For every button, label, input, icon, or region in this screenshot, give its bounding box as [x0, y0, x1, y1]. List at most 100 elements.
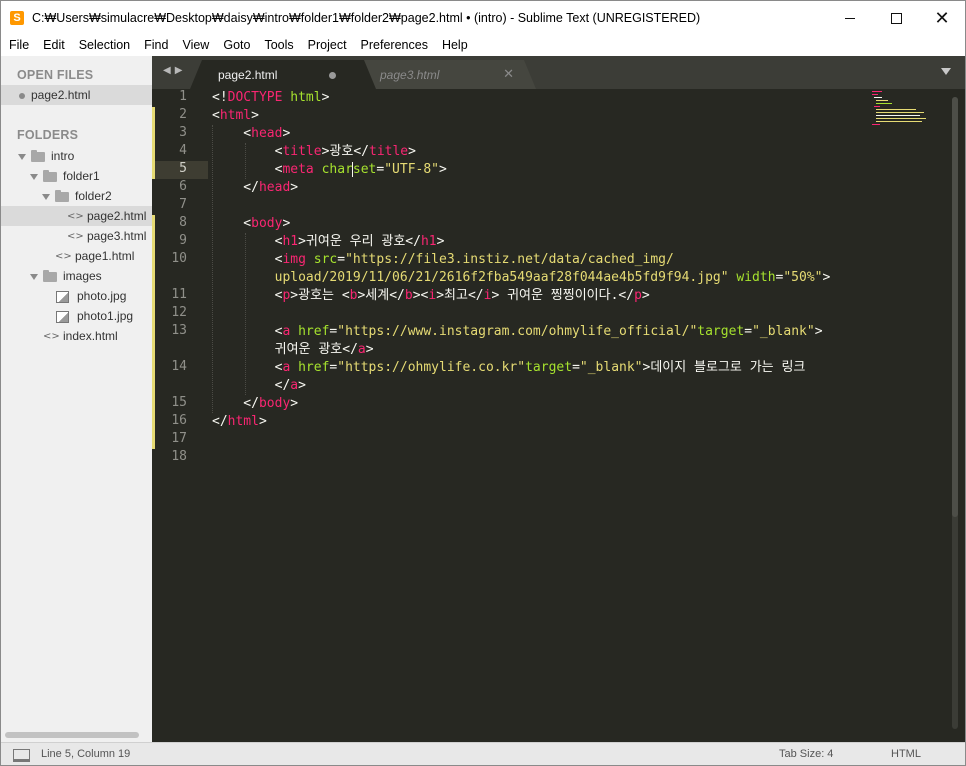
minimap-line [876, 115, 920, 116]
code-token: </ [212, 396, 259, 411]
code-token: >데이지 블로그로 가는 링크 [642, 360, 806, 375]
code-token: < [212, 144, 283, 159]
tree-file-photo[interactable]: photo.jpg [1, 286, 152, 306]
menu-goto[interactable]: Goto [216, 35, 257, 55]
code-token: = [337, 252, 346, 267]
folder-icon [31, 149, 45, 162]
maximize-icon [890, 12, 902, 24]
folder-icon [43, 269, 57, 282]
sidebar-horizontal-scrollbar[interactable] [5, 732, 139, 738]
tree-item-label: folder1 [63, 169, 100, 183]
tab-size-indicator[interactable]: Tab Size: 4 [779, 748, 833, 760]
tab-label: page3.html [380, 68, 440, 82]
tree-folder-intro[interactable]: intro [1, 146, 152, 166]
status-bar: Line 5, Column 19 Tab Size: 4 HTML [1, 742, 965, 765]
tab-edge [190, 60, 202, 89]
tree-item-label: page2.html [87, 209, 147, 223]
code-token: < [212, 108, 220, 123]
chevron-down-icon [42, 193, 50, 200]
code-editor[interactable]: 1 2 3 4 5 6 7 8 9 10 11 12 13 14 15 16 17 18 <!DOCTYPE ht… [152, 89, 965, 742]
line-number: 1 [179, 89, 187, 104]
code-token: </ [212, 414, 228, 429]
tree-file-page1[interactable]: <> page1.html [1, 246, 152, 266]
menu-view[interactable]: View [175, 35, 216, 55]
line-number: 2 [179, 107, 187, 122]
close-tab-icon[interactable]: ✕ [503, 66, 514, 82]
code-token: <! [212, 90, 228, 105]
line-number: 3 [179, 125, 187, 140]
code-file-icon: <> [55, 250, 72, 262]
menu-file[interactable]: File [1, 35, 36, 55]
code-token: < [212, 162, 283, 177]
tree-item-label: page3.html [87, 229, 147, 243]
chevron-down-icon [30, 173, 38, 180]
code-line: <title>광호</title> [212, 143, 416, 161]
menu-find[interactable]: Find [137, 35, 175, 55]
tab-page3[interactable]: page3.html ✕ [354, 60, 536, 89]
menu-edit[interactable]: Edit [36, 35, 72, 55]
menu-selection[interactable]: Selection [72, 35, 137, 55]
line-number: 4 [179, 143, 187, 158]
code-line: <p>광호는 <b>세계</b><i>최고</i> 귀여운 찡찡이이다.</p> [212, 287, 650, 305]
tree-folder-folder2[interactable]: folder2 [1, 186, 152, 206]
code-token: >광호는 < [290, 288, 350, 303]
line-number: 13 [171, 323, 187, 338]
unsaved-dot-icon[interactable] [329, 72, 336, 79]
code-token: title [369, 144, 409, 159]
code-token: href [298, 324, 330, 339]
menu-tools[interactable]: Tools [257, 35, 300, 55]
code-token: target [525, 360, 573, 375]
tree-folder-folder1[interactable]: folder1 [1, 166, 152, 186]
code-line: <a href="https://www.instagram.com/ohmyl… [212, 323, 823, 341]
tree-file-page3[interactable]: <> page3.html [1, 226, 152, 246]
open-file-item[interactable]: page2.html [1, 85, 152, 105]
tab-overflow-chevron-icon[interactable] [941, 68, 951, 75]
code-token: "_blank" [752, 324, 815, 339]
code-token: < [212, 126, 252, 141]
tree-file-page2[interactable]: <> page2.html [1, 206, 152, 226]
line-number: 10 [171, 251, 187, 266]
minimize-button[interactable] [827, 1, 873, 35]
tab-page2[interactable]: page2.html [190, 60, 376, 89]
code-token: a [290, 378, 299, 393]
console-panel-icon[interactable] [13, 749, 30, 762]
tree-file-index[interactable]: <> index.html [1, 326, 152, 346]
menu-preferences[interactable]: Preferences [354, 35, 435, 55]
tab-nav-arrows-icon[interactable]: ◀▶ [163, 65, 186, 76]
menu-help[interactable]: Help [435, 35, 475, 55]
code-line: 귀여운 광호</a> [212, 341, 374, 359]
code-token: head [258, 180, 291, 195]
image-file-icon [56, 290, 69, 303]
folder-icon [55, 189, 69, 202]
code-token: h1 [420, 234, 437, 249]
code-token: body [251, 216, 283, 231]
menu-project[interactable]: Project [301, 35, 354, 55]
tree-folder-images[interactable]: images [1, 266, 152, 286]
open-file-dot-icon [19, 92, 25, 99]
minimap-line [876, 112, 924, 113]
code-line: <body> [212, 215, 290, 233]
code-token: img [282, 252, 306, 267]
close-button[interactable]: ✕ [919, 1, 965, 35]
tree-item-label: page1.html [75, 249, 135, 263]
code-token: > [282, 216, 291, 231]
code-token: "https://www.instagram.com/ohmylife_offi… [337, 324, 698, 339]
code-token: > [251, 108, 259, 123]
minimap[interactable] [870, 89, 950, 129]
syntax-indicator[interactable]: HTML [891, 748, 921, 760]
code-token: > [321, 90, 330, 105]
minimap-line [874, 106, 880, 107]
tree-file-photo1[interactable]: photo1.jpg [1, 306, 152, 326]
code-line: <img src="https://file3.instiz.net/data/… [212, 251, 674, 269]
menu-bar: File Edit Selection Find View Goto Tools… [1, 35, 965, 55]
code-token: DOCTYPE [227, 90, 283, 105]
sidebar: OPEN FILES page2.html FOLDERS intro fold… [1, 56, 152, 742]
tab-edge [364, 60, 376, 89]
maximize-button[interactable] [873, 1, 919, 35]
vertical-scrollbar[interactable] [952, 97, 958, 729]
code-line: </body> [212, 395, 298, 413]
code-line: upload/2019/11/06/21/2616f2fba549aaf28f0… [212, 269, 831, 287]
minimap-line [872, 91, 882, 92]
scrollbar-thumb[interactable] [952, 97, 958, 517]
